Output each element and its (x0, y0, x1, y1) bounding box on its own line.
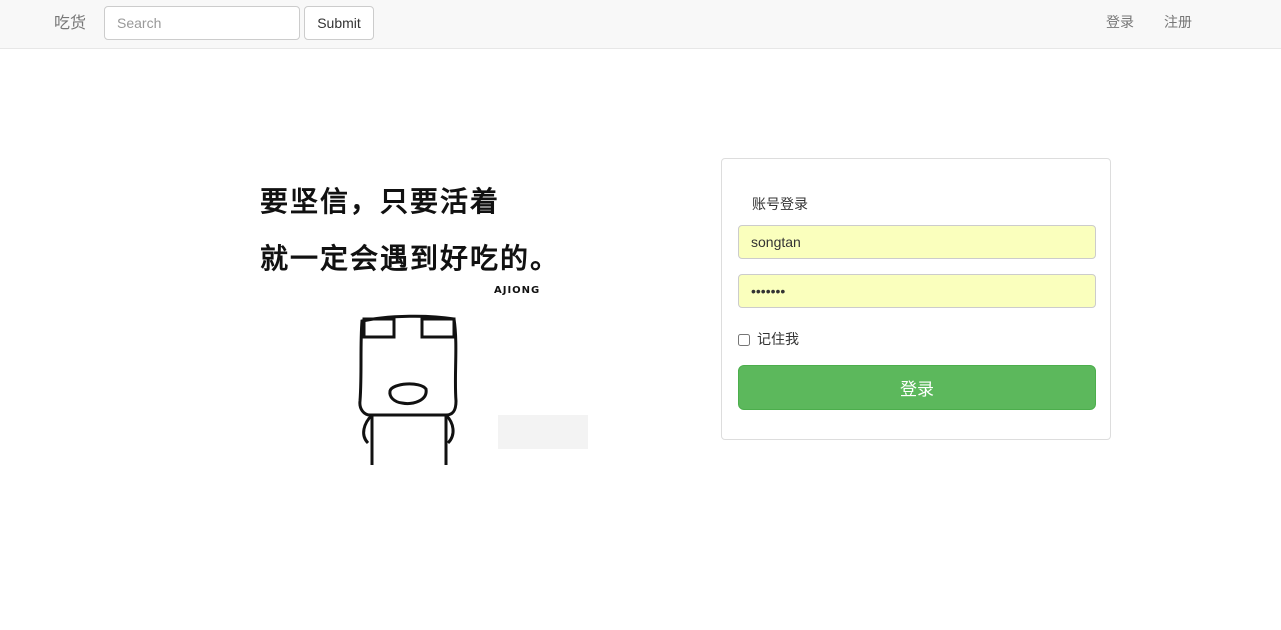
search-submit-button[interactable]: Submit (304, 6, 374, 40)
illustration-credit: AJIONG (494, 285, 541, 296)
search-input[interactable] (104, 6, 300, 40)
login-panel-title: 账号登录 (752, 197, 808, 213)
navbar: 吃货 Submit 登录 注册 (0, 0, 1281, 49)
remember-me-label: 记住我 (757, 332, 799, 348)
password-field[interactable] (738, 274, 1096, 308)
remember-me-checkbox[interactable] (738, 334, 750, 346)
nav-register-link[interactable]: 注册 (1164, 14, 1192, 32)
illustration-caption-line1: 要坚信，只要活着 (260, 185, 501, 218)
illustration-caption-line2: 就一定会遇到好吃的。 (260, 242, 561, 275)
cartoon-figure-icon (358, 314, 588, 465)
nav-login-link[interactable]: 登录 (1106, 14, 1134, 32)
login-panel: 账号登录 记住我 登录 (721, 158, 1111, 440)
login-submit-button[interactable]: 登录 (738, 365, 1096, 410)
illustration-image: 要坚信，只要活着 就一定会遇到好吃的。 AJIONG (250, 165, 602, 465)
username-field[interactable] (738, 225, 1096, 259)
brand-link[interactable]: 吃货 (54, 12, 86, 34)
